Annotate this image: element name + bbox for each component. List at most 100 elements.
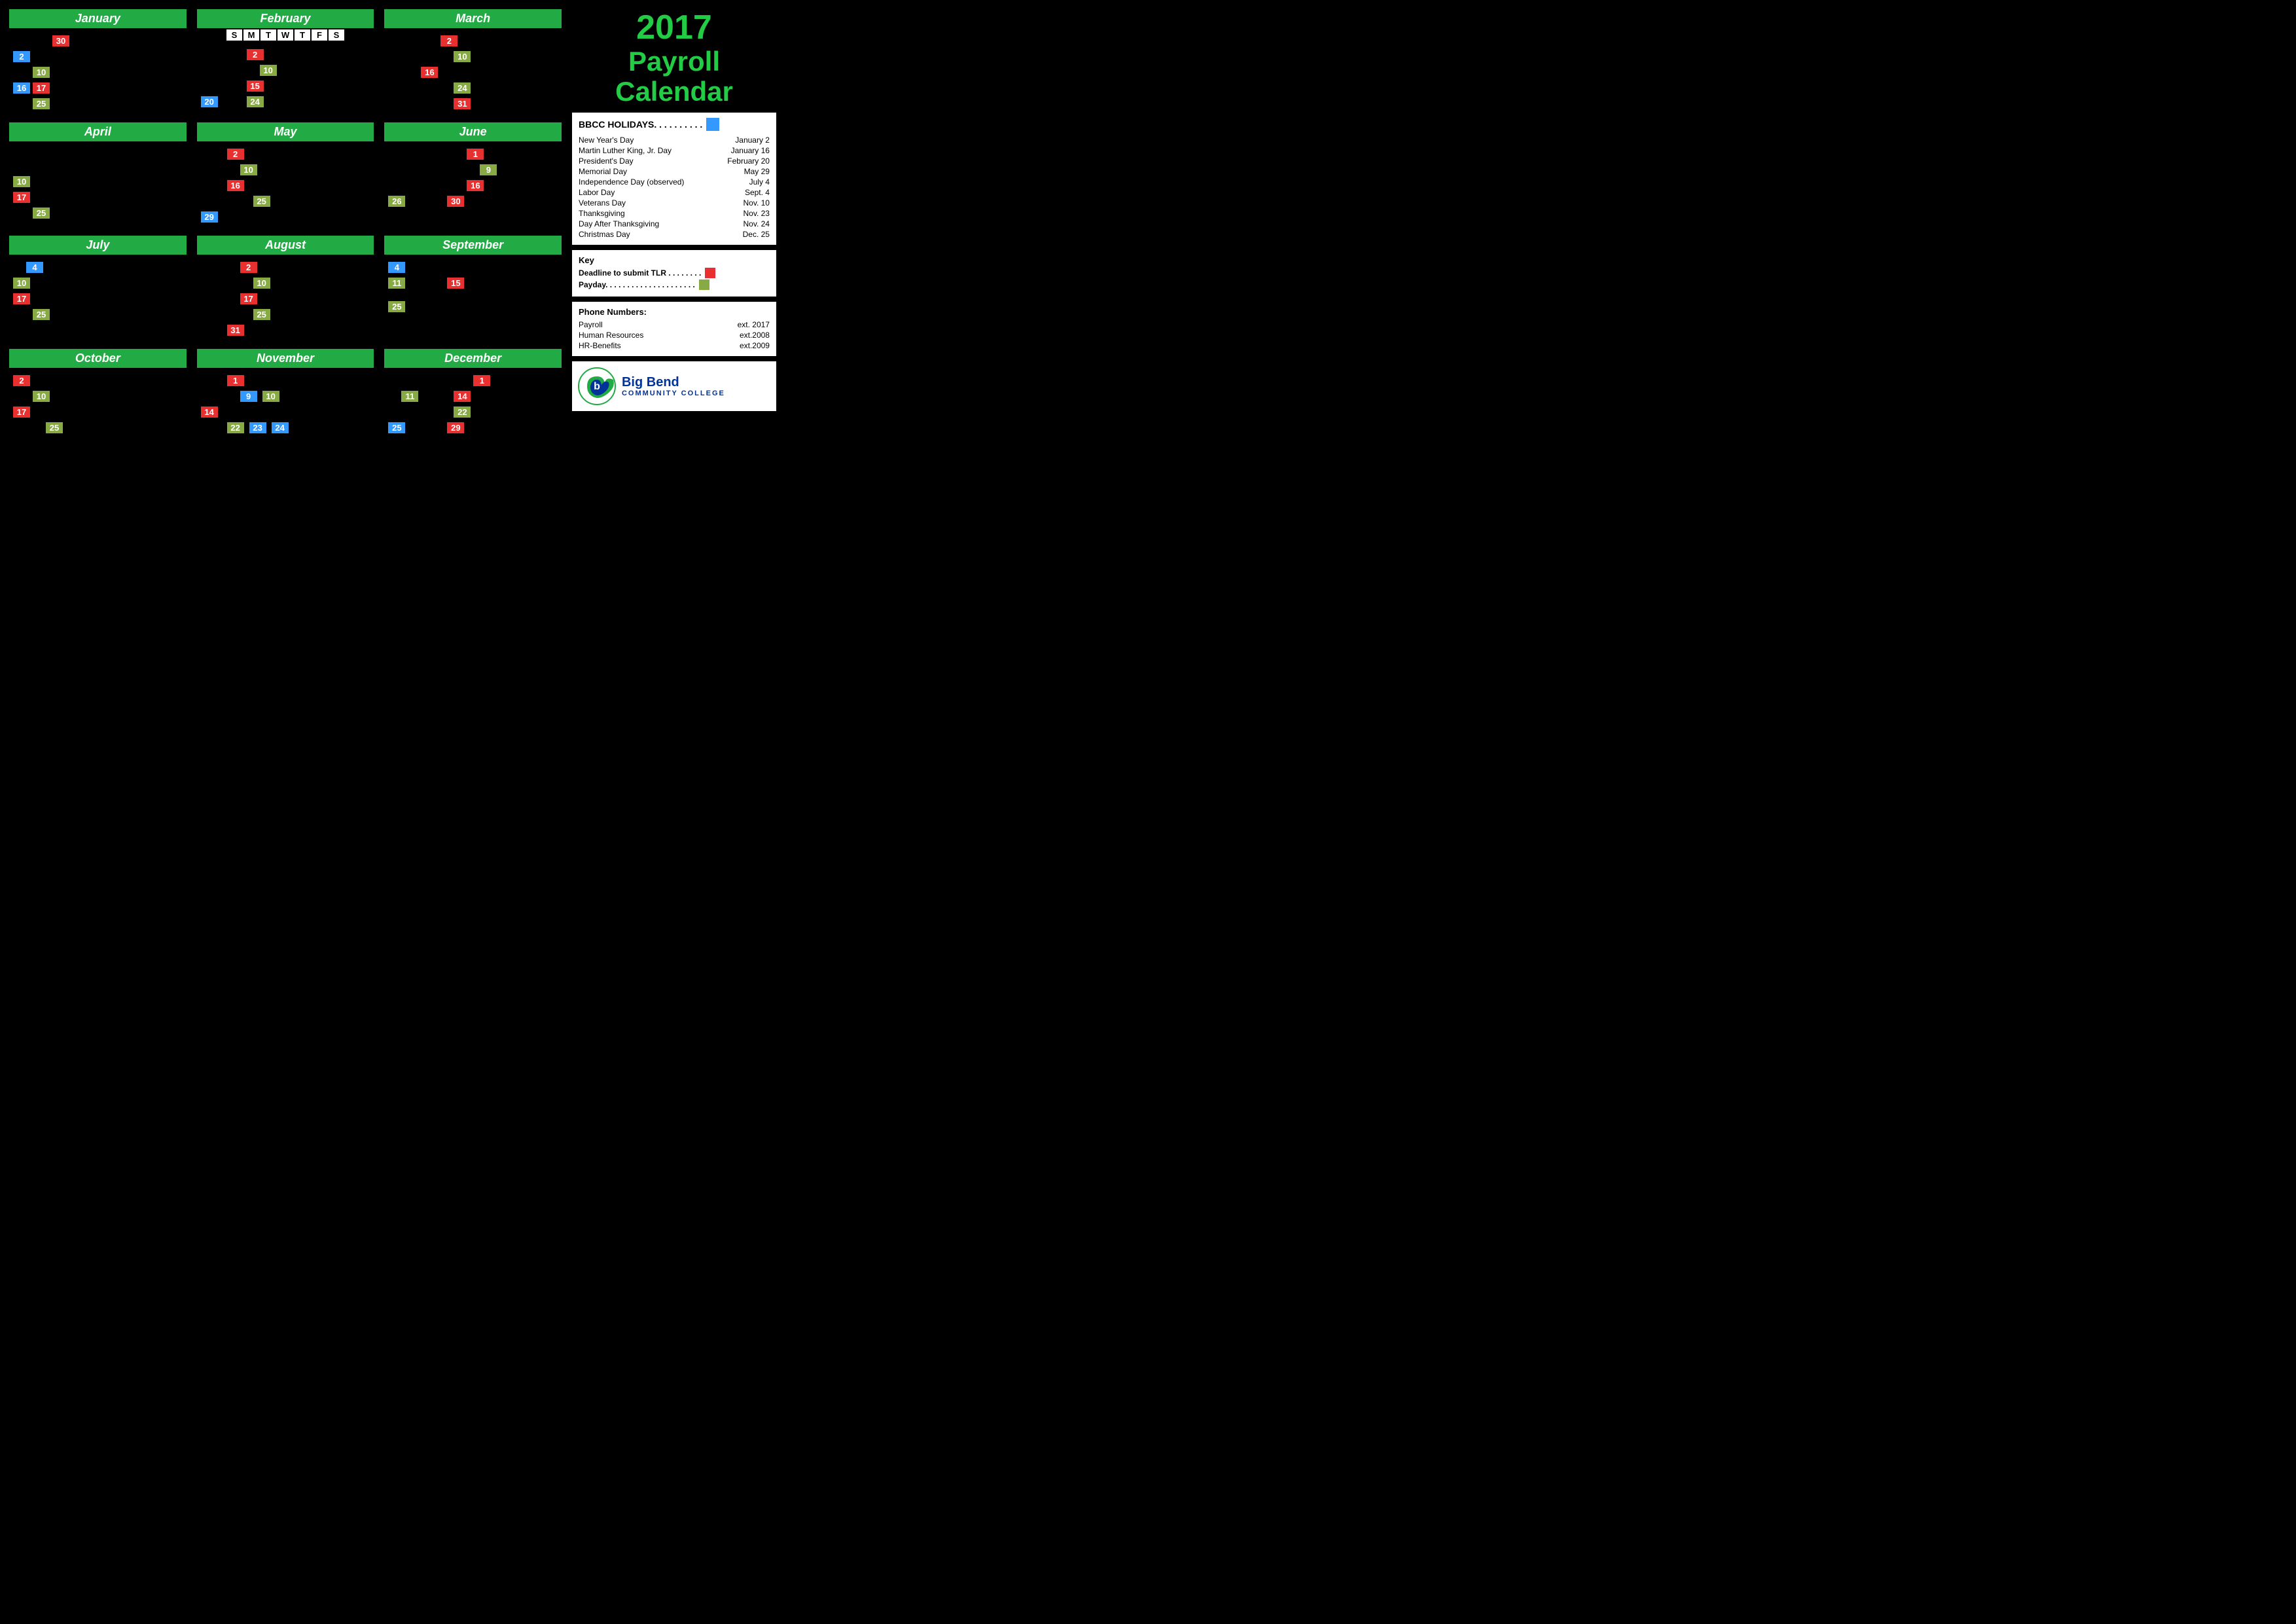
december-dates: 1 11 14 22 25 29 — [384, 372, 562, 436]
february-dates: 2 10 15 20 24 — [197, 46, 374, 110]
date-row: 9 — [388, 162, 558, 177]
date-row: 10 — [13, 65, 183, 79]
right-panel: 2017 Payroll Calendar BBCC HOLIDAYS. . .… — [569, 7, 779, 451]
phone-payroll-value: ext. 2017 — [738, 320, 770, 329]
date-row: 25 — [201, 307, 370, 321]
month-header-january: January — [9, 9, 187, 28]
holiday-date: January 16 — [731, 146, 770, 155]
date-row: 1 — [201, 373, 370, 388]
date-badge: 17 — [13, 406, 30, 418]
payday-color — [699, 280, 709, 290]
holiday-name: Memorial Day — [579, 167, 627, 176]
date-badge: 17 — [13, 293, 30, 304]
date-row: 10 — [13, 389, 183, 403]
date-row: 2 — [388, 33, 558, 48]
tlr-label: Deadline to submit TLR . . . . . . . . — [579, 268, 701, 278]
november-dates: 1 9 10 14 22 23 24 — [197, 372, 374, 436]
october-dates: 2 10 17 25 — [9, 372, 187, 436]
calendar-grid: January 30 2 10 16 17 25 February S — [7, 7, 779, 451]
holidays-header: BBCC HOLIDAYS. . . . . . . . . . — [579, 118, 770, 131]
holiday-name: Independence Day (observed) — [579, 177, 684, 187]
month-february: February S M T W T F S 2 10 15 20 — [194, 7, 377, 115]
holiday-name: Veterans Day — [579, 198, 626, 208]
month-march: March 2 10 16 24 31 — [382, 7, 564, 115]
date-badge: 25 — [33, 98, 50, 109]
holiday-name: Thanksgiving — [579, 209, 625, 218]
month-september: September 4 11 15 25 — [382, 233, 564, 341]
holiday-date: Sept. 4 — [745, 188, 770, 197]
date-row: 25 — [13, 420, 183, 435]
holiday-date: February 20 — [727, 156, 770, 166]
phone-payroll-label: Payroll — [579, 320, 603, 329]
date-row: 25 — [13, 307, 183, 321]
holiday-row: Memorial Day May 29 — [579, 166, 770, 177]
day-label-s2: S — [329, 29, 344, 41]
date-row: 25 — [13, 206, 183, 220]
date-row: 25 — [13, 96, 183, 111]
date-row: 11 15 — [388, 276, 558, 290]
key-box: Key Deadline to submit TLR . . . . . . .… — [572, 250, 776, 297]
holiday-date: Dec. 25 — [743, 230, 770, 239]
date-badge: 2 — [227, 149, 244, 160]
payroll-label: Payroll — [572, 46, 776, 77]
date-row: 25 — [388, 299, 558, 314]
date-badge: 10 — [240, 164, 257, 175]
date-badge: 30 — [447, 196, 464, 207]
date-row: 16 17 — [13, 81, 183, 95]
month-header-september: September — [384, 236, 562, 255]
date-badge: 31 — [454, 98, 471, 109]
date-badge: 4 — [388, 262, 405, 273]
holiday-name: Martin Luther King, Jr. Day — [579, 146, 672, 155]
july-dates: 4 10 17 25 — [9, 259, 187, 323]
date-row: 15 — [201, 79, 370, 93]
holiday-color-indicator — [706, 118, 719, 131]
day-label-m: M — [243, 29, 259, 41]
date-badge: 24 — [454, 82, 471, 94]
date-row: 25 29 — [388, 420, 558, 435]
date-badge: 22 — [454, 406, 471, 418]
date-badge: 2 — [13, 375, 30, 386]
day-label-t2: T — [295, 29, 310, 41]
holidays-title: BBCC HOLIDAYS. . . . . . . . . . — [579, 119, 702, 130]
date-row: 17 — [201, 291, 370, 306]
date-row: 9 10 — [201, 389, 370, 403]
holiday-row: Independence Day (observed) July 4 — [579, 177, 770, 187]
date-badge: 15 — [447, 278, 464, 289]
holiday-name: Day After Thanksgiving — [579, 219, 659, 228]
date-badge: 31 — [227, 325, 244, 336]
date-row: 24 — [388, 81, 558, 95]
date-badge: 16 — [13, 82, 30, 94]
calendar-label: Calendar — [572, 77, 776, 107]
month-october: October 2 10 17 25 — [7, 346, 189, 451]
date-badge: 11 — [388, 278, 405, 289]
date-badge: 10 — [262, 391, 279, 402]
holiday-date: January 2 — [735, 135, 770, 145]
month-header-december: December — [384, 349, 562, 368]
date-row: 11 14 — [388, 389, 558, 403]
date-badge: 25 — [388, 301, 405, 312]
date-badge: 1 — [227, 375, 244, 386]
feb-header: February S M T W T F S — [197, 9, 374, 42]
day-label-w: W — [278, 29, 293, 41]
date-badge: 1 — [467, 149, 484, 160]
holiday-name: President's Day — [579, 156, 634, 166]
march-dates: 2 10 16 24 31 — [384, 32, 562, 112]
date-badge: 10 — [253, 278, 270, 289]
date-row: 10 — [201, 276, 370, 290]
holidays-box: BBCC HOLIDAYS. . . . . . . . . . New Yea… — [572, 113, 776, 245]
phone-hrb-value: ext.2009 — [740, 341, 770, 350]
date-row: 10 — [201, 63, 370, 77]
date-row: 14 — [201, 405, 370, 419]
date-badge: 16 — [467, 180, 484, 191]
month-december: December 1 11 14 22 25 29 — [382, 346, 564, 451]
holiday-row: Labor Day Sept. 4 — [579, 187, 770, 198]
holiday-date: May 29 — [744, 167, 770, 176]
month-may: May 2 10 16 25 29 — [194, 120, 377, 228]
month-august: August 2 10 17 25 31 — [194, 233, 377, 341]
date-row: 10 — [388, 49, 558, 63]
august-dates: 2 10 17 25 31 — [197, 259, 374, 338]
month-june: June 1 9 16 26 30 — [382, 120, 564, 228]
date-row: 2 — [13, 373, 183, 388]
key-payday-row: Payday. . . . . . . . . . . . . . . . . … — [579, 280, 770, 290]
date-badge: 11 — [401, 391, 418, 402]
